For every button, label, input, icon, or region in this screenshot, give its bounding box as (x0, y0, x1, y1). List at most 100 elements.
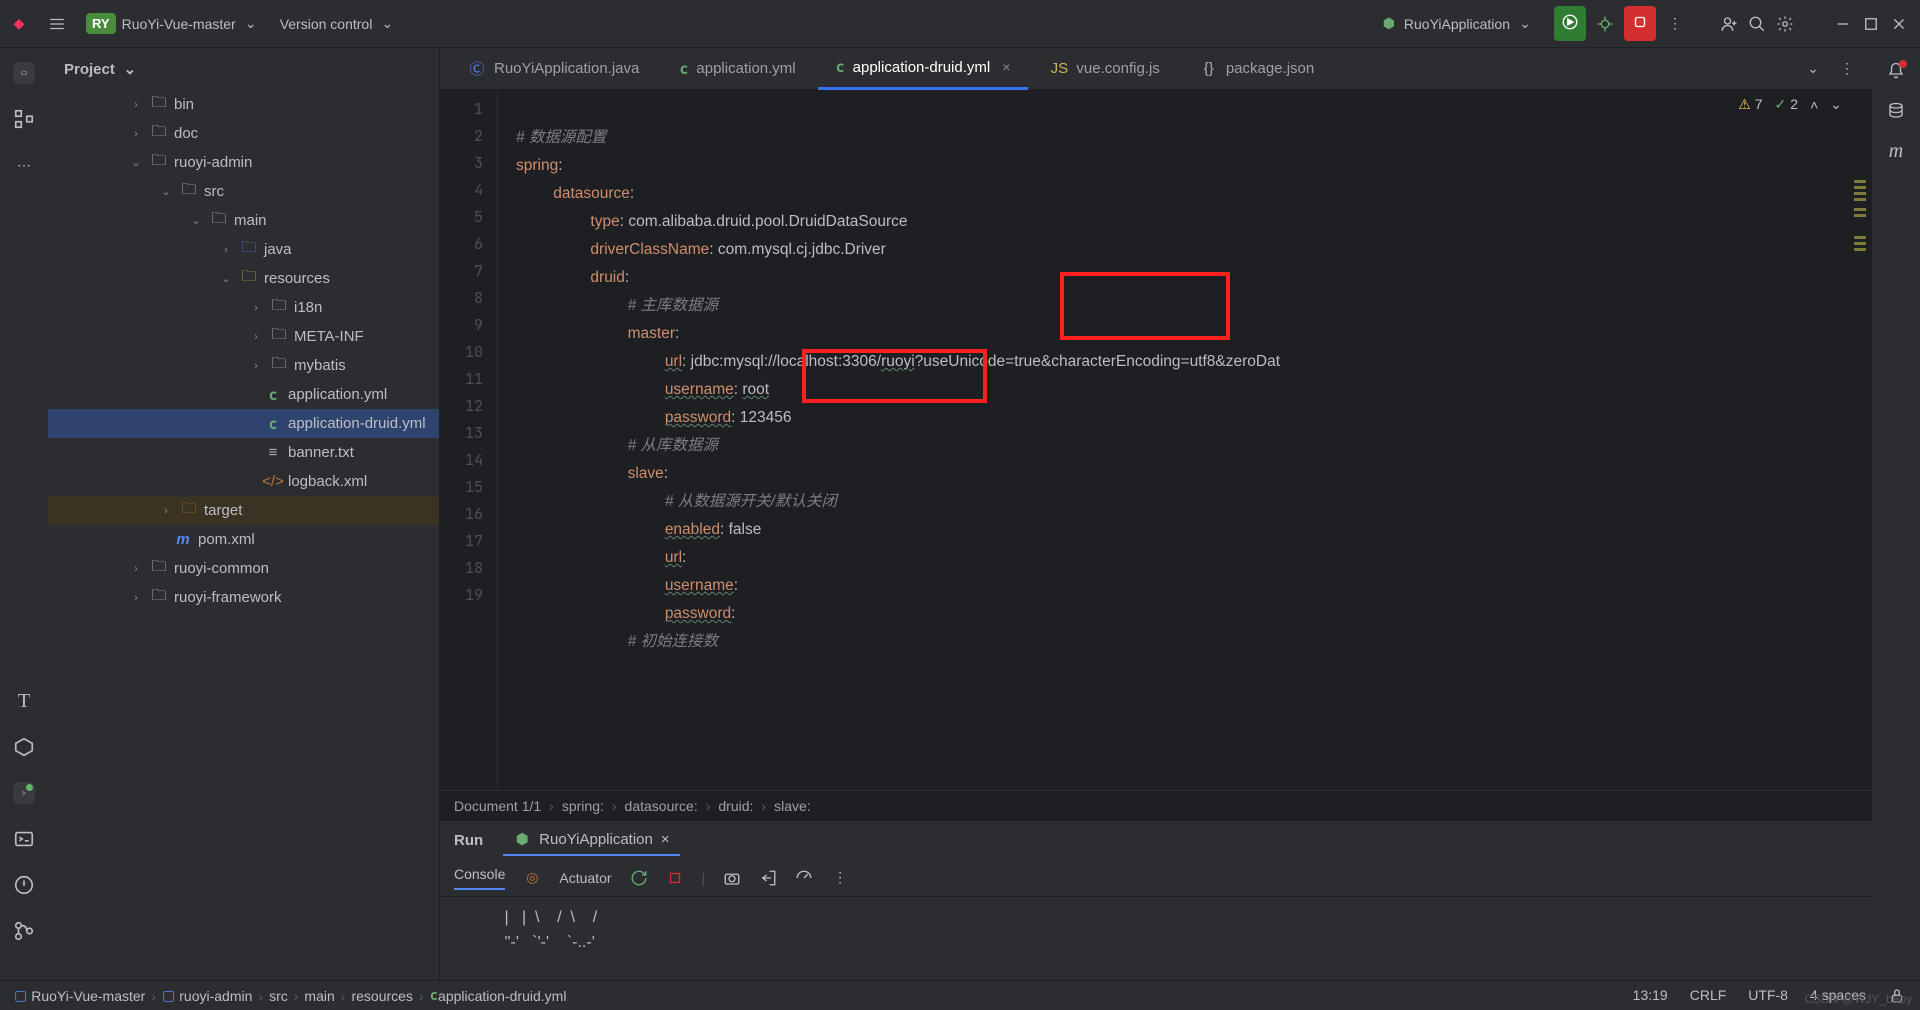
code-editor[interactable]: 12345678910111213141516171819 # 数据源配置 sp… (440, 90, 1872, 790)
database-icon[interactable] (1887, 102, 1905, 120)
tree-folder-i18n[interactable]: ›🗀i18n (48, 293, 439, 322)
tree-module-ruoyi-admin[interactable]: ⌄🗀ruoyi-admin (48, 148, 439, 177)
tree-module-ruoyi-common[interactable]: ›🗀ruoyi-common (48, 554, 439, 583)
breadcrumb-item[interactable]: datasource: (625, 798, 698, 814)
more-icon[interactable]: ⋮ (831, 869, 849, 887)
stop-button[interactable] (1624, 6, 1656, 41)
chevron-down-icon[interactable]: ⌄ (1830, 96, 1842, 113)
chevron-up-icon[interactable]: ˄ (1810, 97, 1818, 113)
git-tool-icon[interactable] (13, 920, 35, 942)
tab-more-icon[interactable]: ⋮ (1838, 60, 1856, 78)
tab-application-druid-yml[interactable]: application-druid.yml× (818, 48, 1029, 90)
tree-folder-main[interactable]: ⌄🗀main (48, 206, 439, 235)
tree-folder-resources[interactable]: ⌄🗀resources (48, 264, 439, 293)
chevron-down-icon[interactable]: ⌄ (1804, 60, 1822, 78)
breadcrumb-item[interactable]: spring: (562, 798, 604, 814)
close-icon[interactable]: × (661, 831, 670, 848)
breadcrumb-item[interactable]: resources (351, 988, 412, 1004)
tree-folder-java[interactable]: ›🗀java (48, 235, 439, 264)
tree-folder-meta-inf[interactable]: ›🗀META-INF (48, 322, 439, 351)
breadcrumb-item[interactable]: main (304, 988, 334, 1004)
stop-icon[interactable] (666, 869, 684, 887)
code-with-me-icon[interactable] (1720, 15, 1738, 33)
status-bar: ▢ RuoYi-Vue-master› ▢ruoyi-admin› src› m… (0, 980, 1920, 1010)
tree-folder-src[interactable]: ⌄🗀src (48, 177, 439, 206)
expand-chevron[interactable]: › (58, 986, 63, 1002)
project-selector[interactable]: RY RuoYi-Vue-master ⌄ (76, 7, 270, 40)
structure-tool-icon[interactable] (13, 108, 35, 130)
project-panel: Project ⌄ ›🗀bin ›🗀doc ⌄🗀ruoyi-admin ⌄🗀sr… (48, 48, 440, 980)
breadcrumb-item[interactable]: slave: (774, 798, 811, 814)
editor-breadcrumb: Document 1/1› spring:› datasource:› drui… (440, 790, 1872, 820)
tree-folder-target[interactable]: ›🗀target (48, 496, 439, 525)
tree-folder-mybatis[interactable]: ›🗀mybatis (48, 351, 439, 380)
project-tool-icon[interactable] (13, 62, 35, 84)
main-menu-button[interactable] (38, 9, 76, 39)
breadcrumb-doc[interactable]: Document 1/1 (454, 798, 541, 814)
chevron-down-icon: ⌄ (121, 60, 139, 78)
chevron-down-icon: ⌄ (378, 15, 396, 33)
tree-folder-bin[interactable]: ›🗀bin (48, 90, 439, 119)
breadcrumb-item[interactable]: application-druid.yml (438, 988, 566, 1004)
app-icon: ◆ (0, 9, 38, 39)
run-config-tab[interactable]: ⬢ RuoYiApplication × (503, 824, 679, 856)
tree-file-logback-xml[interactable]: </>logback.xml (48, 467, 439, 496)
tree-file-pom-xml[interactable]: mpom.xml (48, 525, 439, 554)
tree-file-application-druid-yml[interactable]: application-druid.yml (48, 409, 439, 438)
tree-module-ruoyi-framework[interactable]: ›🗀ruoyi-framework (48, 583, 439, 612)
exit-icon[interactable] (759, 869, 777, 887)
run-tool-icon[interactable] (13, 782, 35, 804)
run-tool-label[interactable]: Run (454, 832, 483, 849)
console-tab[interactable]: Console (454, 866, 505, 890)
terminal-tool-icon[interactable] (13, 828, 35, 850)
project-panel-header[interactable]: Project ⌄ (48, 48, 439, 90)
run-output[interactable]: | | \ / \ / ''-' `'-' `-..-' (440, 897, 1872, 980)
tree-folder-doc[interactable]: ›🗀doc (48, 119, 439, 148)
problems-tool-icon[interactable] (13, 874, 35, 896)
actuator-tab[interactable]: Actuator (559, 870, 611, 886)
inspection-widget[interactable]: 7 2 ˄ ⌄ (1738, 96, 1842, 113)
breadcrumb-item[interactable]: druid: (718, 798, 753, 814)
more-actions-icon[interactable]: ⋮ (1666, 15, 1684, 33)
error-stripe[interactable] (1854, 90, 1866, 790)
maven-icon[interactable]: m (1887, 142, 1905, 160)
breadcrumb-item[interactable]: RuoYi-Vue-master (31, 988, 145, 1004)
project-badge: RY (86, 13, 116, 34)
breadcrumb-item[interactable]: src (269, 988, 288, 1004)
gauge-icon[interactable] (795, 869, 813, 887)
tab-application-yml[interactable]: application.yml (661, 48, 813, 90)
notifications-icon[interactable] (1887, 62, 1905, 80)
debug-button[interactable] (1596, 15, 1614, 33)
run-button[interactable] (1554, 6, 1586, 41)
services-tool-icon[interactable] (13, 736, 35, 758)
line-separator[interactable]: CRLF (1690, 987, 1727, 1005)
more-tool-icon[interactable]: ⋯ (13, 154, 35, 176)
tab-vue-config-js[interactable]: JSvue.config.js (1032, 48, 1177, 90)
run-config-selector[interactable]: ⬢ RuoYiApplication ⌄ (1370, 9, 1544, 39)
vcs-menu[interactable]: Version control ⌄ (270, 9, 407, 39)
close-tab-icon[interactable]: × (1002, 59, 1010, 75)
file-encoding[interactable]: UTF-8 (1748, 987, 1788, 1005)
editor-tabs: ⒸRuoYiApplication.java application.yml a… (440, 48, 1872, 90)
type-tool-icon[interactable]: T (13, 690, 35, 712)
tab-ruoyiapplication-java[interactable]: ⒸRuoYiApplication.java (450, 48, 657, 90)
ok-count[interactable]: 2 (1775, 96, 1799, 113)
rerun-icon[interactable] (630, 869, 648, 887)
code-content[interactable]: # 数据源配置 spring: datasource: type: com.al… (498, 90, 1872, 790)
actuator-icon: ◎ (523, 869, 541, 887)
yml-icon (430, 987, 438, 1004)
settings-icon[interactable] (1776, 15, 1794, 33)
tab-package-json[interactable]: {}package.json (1182, 48, 1332, 90)
close-icon[interactable] (1890, 15, 1908, 33)
warning-count[interactable]: 7 (1738, 96, 1762, 113)
cursor-position[interactable]: 13:19 (1633, 987, 1668, 1005)
right-toolbar: m (1872, 48, 1920, 980)
tree-file-banner-txt[interactable]: ≡banner.txt (48, 438, 439, 467)
gutter: 12345678910111213141516171819 (440, 90, 498, 790)
minimize-icon[interactable] (1834, 15, 1852, 33)
camera-icon[interactable] (723, 869, 741, 887)
maximize-icon[interactable] (1862, 15, 1880, 33)
breadcrumb-item[interactable]: ruoyi-admin (179, 988, 252, 1004)
search-icon[interactable] (1748, 15, 1766, 33)
tree-file-application-yml[interactable]: application.yml (48, 380, 439, 409)
